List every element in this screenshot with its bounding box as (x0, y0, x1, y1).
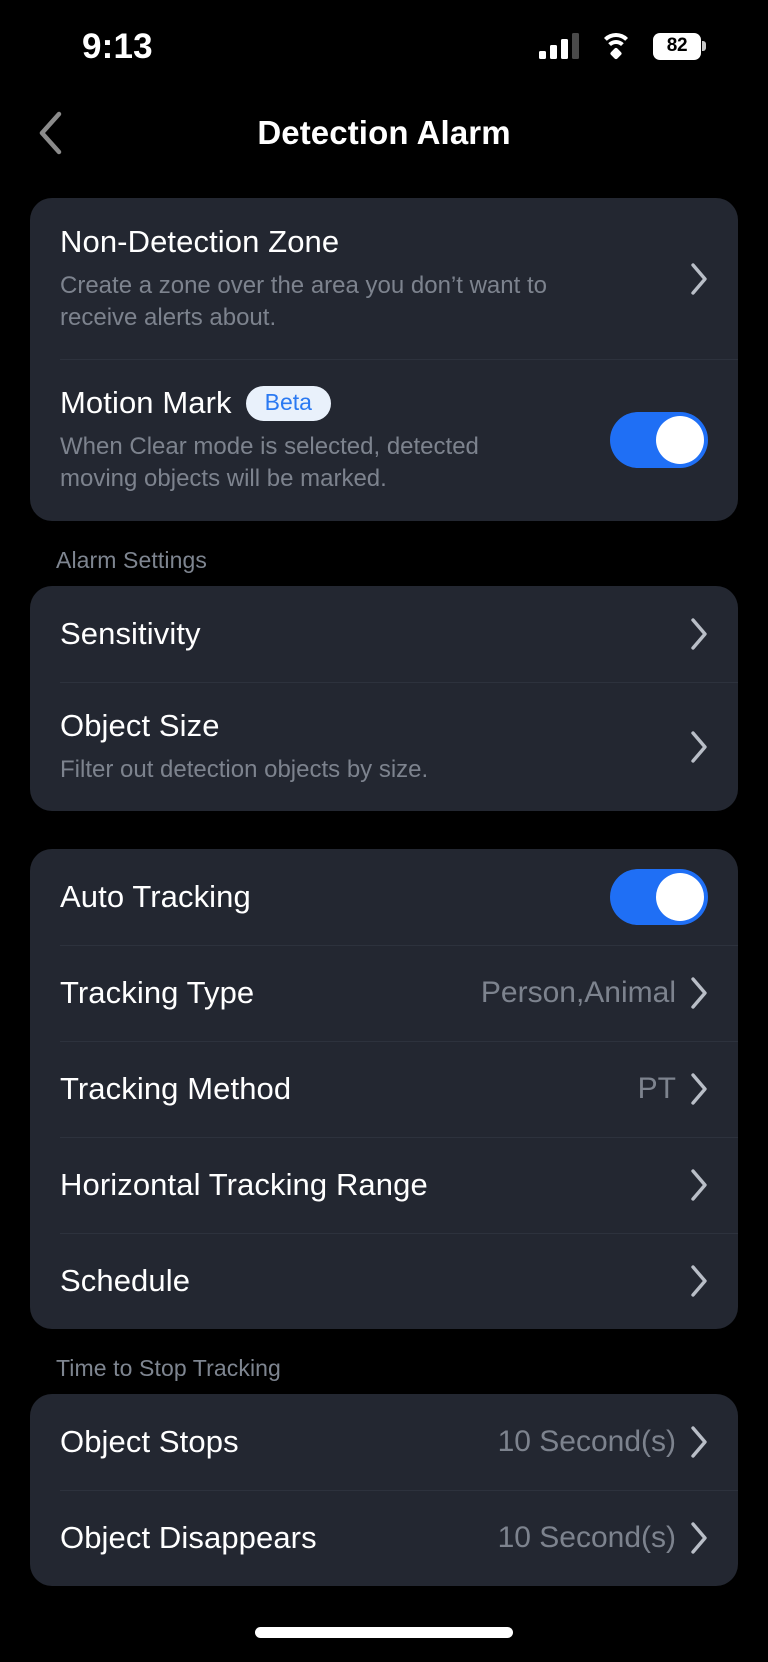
row-title: Non-Detection Zone (60, 224, 340, 259)
row-title: Tracking Type (60, 975, 255, 1011)
row-title: Object Size (60, 707, 220, 743)
row-main: Schedule (60, 1263, 686, 1299)
row-non-detection-zone[interactable]: Non-Detection Zone Create a zone over th… (30, 198, 738, 359)
row-value: Person,Animal (480, 976, 676, 1010)
row-title: Object Disappears (60, 1520, 317, 1556)
chevron-right-icon (686, 729, 712, 765)
chevron-right-icon (686, 616, 712, 652)
row-title: Object Stops (60, 1424, 239, 1460)
row-value: 10 Second(s) (497, 1521, 676, 1555)
row-value: PT (637, 1072, 676, 1106)
row-sensitivity[interactable]: Sensitivity (30, 586, 738, 682)
row-subtitle: Filter out detection objects by size. (60, 755, 429, 783)
card-auto-tracking: Auto Tracking Tracking Type Person,Anima… (30, 849, 738, 1330)
settings-list: Non-Detection Zone Create a zone over th… (0, 174, 768, 1587)
phone-screen: 9:13 82 Detection Alarm Non-Detection Zo… (0, 0, 768, 1662)
row-subtitle: When Clear mode is selected, detected mo… (60, 433, 479, 493)
battery-icon: 82 (653, 32, 706, 60)
row-main: Non-Detection Zone Create a zone over th… (60, 224, 686, 333)
chevron-right-icon (686, 1167, 712, 1203)
row-title: Horizontal Tracking Range (60, 1167, 428, 1203)
status-time: 9:13 (82, 26, 153, 66)
row-tracking-type[interactable]: Tracking Type Person,Animal (30, 945, 738, 1041)
row-title: Tracking Method (60, 1071, 292, 1107)
section-header-time-to-stop-tracking: Time to Stop Tracking (56, 1355, 281, 1382)
row-main: Tracking Method (60, 1071, 638, 1107)
row-motion-mark[interactable]: Motion Mark Beta When Clear mode is sele… (30, 359, 738, 520)
beta-badge: Beta (245, 385, 331, 421)
row-auto-tracking[interactable]: Auto Tracking (30, 849, 738, 945)
row-object-stops[interactable]: Object Stops 10 Second(s) (30, 1394, 738, 1490)
toggle-knob (656, 873, 704, 922)
row-main: Object Disappears (60, 1520, 498, 1556)
row-object-size[interactable]: Object Size Filter out detection objects… (30, 681, 738, 812)
row-main: Object Size Filter out detection objects… (60, 708, 686, 786)
chevron-left-icon (35, 110, 65, 156)
nav-bar: Detection Alarm (0, 92, 768, 174)
status-bar: 9:13 82 (0, 0, 768, 92)
row-title: Sensitivity (60, 615, 201, 651)
card-time-to-stop-tracking: Object Stops 10 Second(s) Object Disappe… (30, 1394, 738, 1587)
cellular-signal-icon (539, 33, 579, 59)
row-value: 10 Second(s) (497, 1425, 676, 1459)
section-header-alarm-settings: Alarm Settings (56, 546, 207, 573)
chevron-right-icon (686, 975, 712, 1011)
row-horizontal-tracking-range[interactable]: Horizontal Tracking Range (30, 1137, 738, 1233)
chevron-right-icon (686, 261, 712, 297)
back-button[interactable] (22, 105, 78, 161)
wifi-icon (599, 33, 633, 60)
row-main: Tracking Type (60, 975, 481, 1011)
page-title: Detection Alarm (257, 114, 511, 151)
row-title: Schedule (60, 1263, 191, 1299)
row-object-disappears[interactable]: Object Disappears 10 Second(s) (30, 1490, 738, 1586)
row-main: Object Stops (60, 1424, 498, 1460)
row-main: Motion Mark Beta When Clear mode is sele… (60, 385, 610, 494)
battery-percent-label: 82 (666, 35, 688, 56)
card-alarm-settings: Sensitivity Object Size Filter out detec… (30, 585, 738, 812)
motion-mark-toggle[interactable] (610, 412, 708, 469)
row-subtitle: Create a zone over the area you don’t wa… (60, 272, 547, 331)
card-detection: Non-Detection Zone Create a zone over th… (30, 198, 738, 521)
auto-tracking-toggle[interactable] (610, 869, 708, 926)
toggle-knob (656, 416, 704, 465)
row-main: Horizontal Tracking Range (60, 1167, 686, 1203)
row-title: Auto Tracking (60, 879, 251, 915)
chevron-right-icon (686, 1520, 712, 1556)
chevron-right-icon (686, 1263, 712, 1299)
row-main: Sensitivity (60, 616, 686, 652)
chevron-right-icon (686, 1071, 712, 1107)
chevron-right-icon (686, 1424, 712, 1460)
row-tracking-method[interactable]: Tracking Method PT (30, 1041, 738, 1137)
row-title: Motion Mark (60, 385, 232, 421)
row-main: Auto Tracking (60, 879, 610, 915)
home-indicator[interactable] (255, 1627, 513, 1638)
status-indicators: 82 (539, 32, 706, 60)
row-schedule[interactable]: Schedule (30, 1233, 738, 1329)
